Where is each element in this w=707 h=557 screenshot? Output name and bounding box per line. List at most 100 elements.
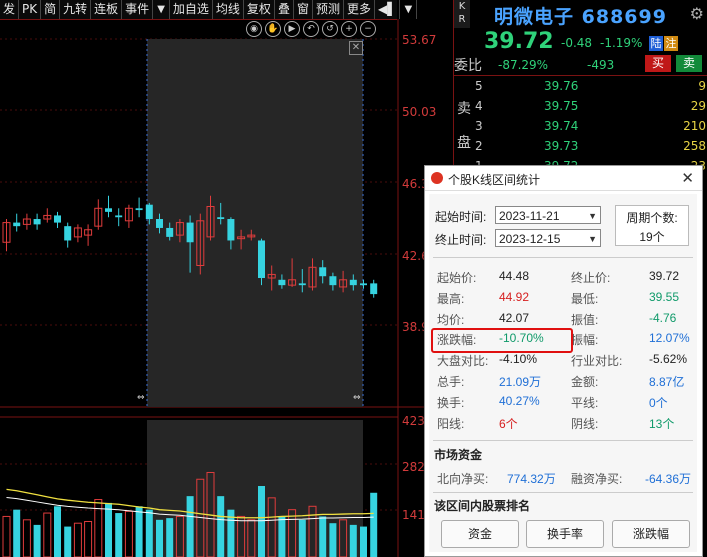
divider <box>433 440 693 441</box>
panel-side-tab[interactable]: KR <box>454 0 470 28</box>
stat-value: 40.27% <box>499 393 540 408</box>
hand-icon[interactable]: ✋ <box>265 21 281 37</box>
order-row[interactable]: 5 39.76 9 <box>454 79 707 99</box>
reset-icon[interactable]: ↺ <box>322 21 338 37</box>
candle-body <box>33 219 41 225</box>
order-price: 39.73 <box>544 139 579 153</box>
margin-net-buy-value: -64.36万 <box>645 472 692 486</box>
order-level: 3 <box>475 119 483 133</box>
last-price: 39.72 <box>484 29 554 54</box>
toolbar-item[interactable]: PK <box>19 0 42 19</box>
toolbar-item[interactable]: ◀▌ <box>375 0 401 19</box>
stat-label: 振幅: <box>571 333 599 348</box>
candle-body <box>349 279 357 286</box>
zoom-out-icon[interactable]: − <box>360 21 376 37</box>
toolbar-item[interactable]: 九转 <box>60 0 92 19</box>
margin-net-buy: 融资净买: -64.36万 <box>571 470 691 487</box>
stat-item: 振幅: 12.07% <box>571 331 690 348</box>
play-icon[interactable]: ▶ <box>284 21 300 37</box>
undo-icon[interactable]: ↶ <box>303 21 319 37</box>
stat-item: 换手: 40.27% <box>437 394 540 411</box>
stat-value: 39.55 <box>649 289 680 304</box>
volume-bar <box>258 486 265 557</box>
candle-body <box>278 279 286 286</box>
candle-body <box>115 215 123 218</box>
toolbar-item[interactable]: ▼ <box>153 0 170 19</box>
stat-item: 大盘对比: -4.10% <box>437 352 537 369</box>
order-row[interactable]: 3 39.74 210 <box>454 119 707 139</box>
rank-change-button[interactable]: 涨跌幅 <box>612 520 690 548</box>
zoom-in-icon[interactable]: + <box>341 21 357 37</box>
toolbar-item[interactable]: 窗 <box>294 0 313 19</box>
order-price: 39.75 <box>544 99 579 113</box>
start-date-picker[interactable]: 2023-11-21 ▼ <box>495 206 601 224</box>
candle-body <box>135 208 143 211</box>
stat-item: 阳线: 6个 <box>437 415 518 432</box>
volume-axis-label: 141 <box>402 508 425 522</box>
weibi-label: 委比 <box>454 58 482 74</box>
candle-body <box>54 215 61 223</box>
eye-icon[interactable]: ◉ <box>246 21 262 37</box>
stat-label: 终止价: <box>571 271 611 285</box>
stat-label: 大盘对比: <box>437 354 489 369</box>
close-icon[interactable]: ✕ <box>681 169 694 187</box>
kline-chart-area[interactable]: ⇔ ⇔ ◉ ✋ ▶ ↶ ↺ + − ✕ 53.67 50.03 46.3 42.6 38.9 … <box>0 19 453 557</box>
order-row[interactable]: 4 39.75 29 <box>454 99 707 119</box>
stat-value: 8.87亿 <box>649 375 685 389</box>
volume-bar <box>22 519 31 557</box>
toolbar-item[interactable]: ▼ <box>400 0 418 19</box>
dialog-title: 个股K线区间统计 <box>448 173 541 187</box>
volume-bar <box>43 512 52 557</box>
period-count-box: 周期个数: 19个 <box>615 205 689 246</box>
north-net-buy: 北向净买: 774.32万 <box>437 470 556 487</box>
toolbar-item[interactable]: 均线 <box>213 0 244 19</box>
stat-label: 最低: <box>571 291 599 306</box>
dialog-body: 起始时间: 2023-11-21 ▼ 终止时间: 2023-12-15 ▼ 周期… <box>429 194 697 552</box>
sell-button[interactable]: 卖 <box>676 55 702 72</box>
toolbar-item[interactable]: 预测 <box>313 0 344 19</box>
volume-bar <box>370 492 378 557</box>
toolbar-item[interactable]: 加自选 <box>170 0 213 19</box>
order-row[interactable]: 2 39.73 258 <box>454 139 707 159</box>
dialog-titlebar[interactable]: 个股K线区间统计 ✕ <box>425 166 702 191</box>
end-date-value: 2023-12-15 <box>499 232 561 246</box>
volume-bar <box>33 524 41 557</box>
volume-bar <box>156 519 163 557</box>
toolbar-item[interactable]: 事件 <box>122 0 154 19</box>
toolbar-item[interactable]: 连板 <box>91 0 123 19</box>
gear-icon[interactable]: ⚙ <box>690 4 704 23</box>
end-date-picker[interactable]: 2023-12-15 ▼ <box>495 229 601 247</box>
volume-axis-label: 282 <box>402 460 425 474</box>
volume-bar <box>360 526 367 557</box>
candle-body <box>64 226 72 241</box>
stat-value: 44.92 <box>499 289 530 304</box>
toolbar-item[interactable]: 叠 <box>275 0 294 19</box>
stat-value: 21.09万 <box>499 375 542 389</box>
start-time-label: 起始时间: <box>435 210 487 224</box>
rank-funds-button[interactable]: 资金 <box>441 520 519 548</box>
stat-value: -5.62% <box>649 352 688 367</box>
kline-chart[interactable]: ⇔ ⇔ <box>0 19 453 557</box>
north-net-buy-value: 774.32万 <box>507 472 556 486</box>
price-axis-label: 50.03 <box>402 105 437 119</box>
candle-body <box>360 283 367 286</box>
volume-bar <box>166 518 174 557</box>
toolbar-item[interactable]: 发 <box>0 0 20 19</box>
close-range-icon[interactable]: ✕ <box>349 41 363 55</box>
volume-bar <box>105 502 112 557</box>
toolbar-item[interactable]: 简 <box>41 0 61 19</box>
order-qty: 9 <box>698 79 706 93</box>
candle-body <box>298 283 306 286</box>
buy-button[interactable]: 买 <box>645 55 671 72</box>
divider <box>454 75 707 76</box>
stat-item: 金额: 8.87亿 <box>571 373 684 390</box>
volume-bar <box>115 513 123 557</box>
price-axis-label: 53.67 <box>402 33 437 47</box>
stat-label: 金额: <box>571 375 599 389</box>
toolbar-item[interactable]: 复权 <box>244 0 275 19</box>
stat-label: 平线: <box>571 395 599 410</box>
stat-value: 42.07 <box>499 310 530 325</box>
candle-body <box>227 219 235 241</box>
rank-turnover-button[interactable]: 换手率 <box>526 520 604 548</box>
toolbar-item[interactable]: 更多 <box>344 0 375 19</box>
